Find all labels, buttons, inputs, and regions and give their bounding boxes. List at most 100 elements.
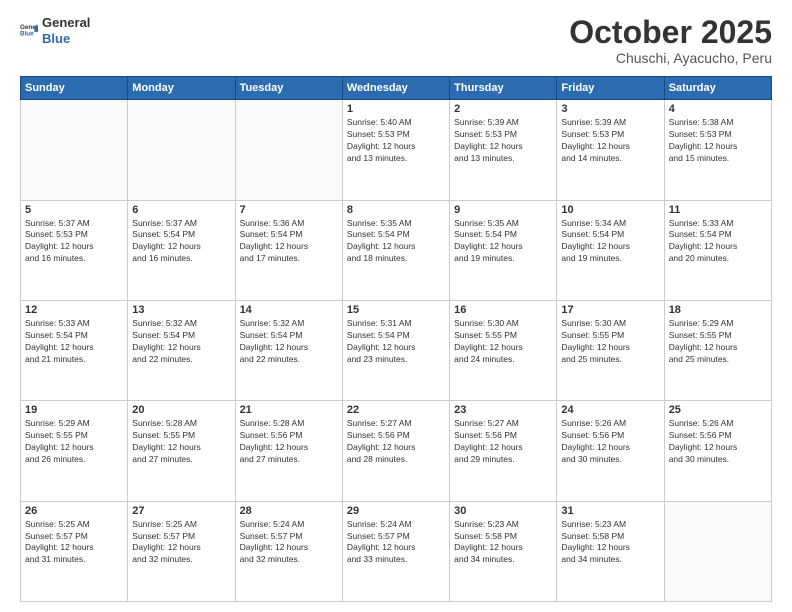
day-number: 20 xyxy=(132,404,230,416)
calendar-subtitle: Chuschi, Ayacucho, Peru xyxy=(569,50,772,66)
day-info: Sunrise: 5:39 AM Sunset: 5:53 PM Dayligh… xyxy=(454,117,552,165)
table-row: 19Sunrise: 5:29 AM Sunset: 5:55 PM Dayli… xyxy=(21,401,128,501)
table-row: 10 Sunrise: 5:34 AM Sunset: 5:54 PM Dayli… xyxy=(557,200,664,300)
day-number: 9 xyxy=(454,204,552,216)
day-info: Sunrise: 5:25 AM Sunset: 5:57 PM Dayligh… xyxy=(25,519,123,567)
calendar-header-row: Sunday Monday Tuesday Wednesday Thursday… xyxy=(21,77,772,100)
day-number: 26 xyxy=(25,505,123,517)
day-info: Sunrise: 5:35 AM Sunset: 5:54 PM Dayligh… xyxy=(347,218,445,266)
table-row: 2 Sunrise: 5:39 AM Sunset: 5:53 PM Daylig… xyxy=(450,100,557,200)
day-info: Sunrise: 5:37 AM Sunset: 5:54 PM Dayligh… xyxy=(132,218,230,266)
header-thursday: Thursday xyxy=(450,77,557,100)
table-row: 5Sunrise: 5:37 AM Sunset: 5:53 PM Daylig… xyxy=(21,200,128,300)
day-info: Sunrise: 5:26 AM Sunset: 5:56 PM Dayligh… xyxy=(669,418,767,466)
day-number: 23 xyxy=(454,404,552,416)
day-number: 21 xyxy=(240,404,338,416)
day-number: 14 xyxy=(240,304,338,316)
day-info: Sunrise: 5:38 AM Sunset: 5:53 PM Dayligh… xyxy=(669,117,767,165)
day-info: Sunrise: 5:34 AM Sunset: 5:54 PM Dayligh… xyxy=(561,218,659,266)
table-row: 9 Sunrise: 5:35 AM Sunset: 5:54 PM Daylig… xyxy=(450,200,557,300)
table-row: 8 Sunrise: 5:35 AM Sunset: 5:54 PM Daylig… xyxy=(342,200,449,300)
calendar-week-row: 19Sunrise: 5:29 AM Sunset: 5:55 PM Dayli… xyxy=(21,401,772,501)
table-row: 7 Sunrise: 5:36 AM Sunset: 5:54 PM Daylig… xyxy=(235,200,342,300)
header-friday: Friday xyxy=(557,77,664,100)
day-info: Sunrise: 5:29 AM Sunset: 5:55 PM Dayligh… xyxy=(669,318,767,366)
day-info: Sunrise: 5:29 AM Sunset: 5:55 PM Dayligh… xyxy=(25,418,123,466)
table-row: 13Sunrise: 5:32 AM Sunset: 5:54 PM Dayli… xyxy=(128,300,235,400)
day-info: Sunrise: 5:35 AM Sunset: 5:54 PM Dayligh… xyxy=(454,218,552,266)
table-row: 14 Sunrise: 5:32 AM Sunset: 5:54 PM Dayli… xyxy=(235,300,342,400)
day-number: 2 xyxy=(454,103,552,115)
day-number: 24 xyxy=(561,404,659,416)
table-row: 27 Sunrise: 5:25 AM Sunset: 5:57 PM Dayli… xyxy=(128,501,235,601)
header-wednesday: Wednesday xyxy=(342,77,449,100)
calendar-week-row: 26 Sunrise: 5:25 AM Sunset: 5:57 PM Dayli… xyxy=(21,501,772,601)
day-number: 8 xyxy=(347,204,445,216)
day-info: Sunrise: 5:37 AM Sunset: 5:53 PM Dayligh… xyxy=(25,218,123,266)
day-number: 15 xyxy=(347,304,445,316)
table-row: 16Sunrise: 5:30 AM Sunset: 5:55 PM Dayli… xyxy=(450,300,557,400)
day-info: Sunrise: 5:23 AM Sunset: 5:58 PM Dayligh… xyxy=(454,519,552,567)
table-row xyxy=(235,100,342,200)
day-number: 18 xyxy=(669,304,767,316)
day-number: 3 xyxy=(561,103,659,115)
day-number: 27 xyxy=(132,505,230,517)
table-row: 28Sunrise: 5:24 AM Sunset: 5:57 PM Dayli… xyxy=(235,501,342,601)
header-sunday: Sunday xyxy=(21,77,128,100)
day-number: 11 xyxy=(669,204,767,216)
day-number: 22 xyxy=(347,404,445,416)
logo-icon: General Blue xyxy=(20,22,38,40)
day-info: Sunrise: 5:36 AM Sunset: 5:54 PM Dayligh… xyxy=(240,218,338,266)
calendar-table: Sunday Monday Tuesday Wednesday Thursday… xyxy=(20,76,772,602)
table-row: 17 Sunrise: 5:30 AM Sunset: 5:55 PM Dayli… xyxy=(557,300,664,400)
table-row: 3 Sunrise: 5:39 AM Sunset: 5:53 PM Daylig… xyxy=(557,100,664,200)
calendar-week-row: 1Sunrise: 5:40 AM Sunset: 5:53 PM Daylig… xyxy=(21,100,772,200)
day-info: Sunrise: 5:30 AM Sunset: 5:55 PM Dayligh… xyxy=(561,318,659,366)
day-number: 7 xyxy=(240,204,338,216)
table-row: 11 Sunrise: 5:33 AM Sunset: 5:54 PM Dayli… xyxy=(664,200,771,300)
day-info: Sunrise: 5:28 AM Sunset: 5:56 PM Dayligh… xyxy=(240,418,338,466)
table-row: 29Sunrise: 5:24 AM Sunset: 5:57 PM Dayli… xyxy=(342,501,449,601)
header: General Blue General Blue October 2025 C… xyxy=(20,15,772,66)
day-number: 29 xyxy=(347,505,445,517)
table-row: 24 Sunrise: 5:26 AM Sunset: 5:56 PM Dayli… xyxy=(557,401,664,501)
table-row: 20 Sunrise: 5:28 AM Sunset: 5:55 PM Dayli… xyxy=(128,401,235,501)
table-row: 6 Sunrise: 5:37 AM Sunset: 5:54 PM Daylig… xyxy=(128,200,235,300)
logo-line2: Blue xyxy=(42,31,90,47)
page: General Blue General Blue October 2025 C… xyxy=(0,0,792,612)
table-row: 1Sunrise: 5:40 AM Sunset: 5:53 PM Daylig… xyxy=(342,100,449,200)
day-number: 28 xyxy=(240,505,338,517)
day-info: Sunrise: 5:23 AM Sunset: 5:58 PM Dayligh… xyxy=(561,519,659,567)
day-number: 10 xyxy=(561,204,659,216)
calendar-week-row: 5Sunrise: 5:37 AM Sunset: 5:53 PM Daylig… xyxy=(21,200,772,300)
table-row: 21 Sunrise: 5:28 AM Sunset: 5:56 PM Dayli… xyxy=(235,401,342,501)
table-row: 4Sunrise: 5:38 AM Sunset: 5:53 PM Daylig… xyxy=(664,100,771,200)
day-info: Sunrise: 5:39 AM Sunset: 5:53 PM Dayligh… xyxy=(561,117,659,165)
calendar-week-row: 12 Sunrise: 5:33 AM Sunset: 5:54 PM Dayli… xyxy=(21,300,772,400)
day-info: Sunrise: 5:25 AM Sunset: 5:57 PM Dayligh… xyxy=(132,519,230,567)
table-row: 22 Sunrise: 5:27 AM Sunset: 5:56 PM Dayli… xyxy=(342,401,449,501)
day-info: Sunrise: 5:27 AM Sunset: 5:56 PM Dayligh… xyxy=(454,418,552,466)
day-number: 13 xyxy=(132,304,230,316)
table-row: 18 Sunrise: 5:29 AM Sunset: 5:55 PM Dayli… xyxy=(664,300,771,400)
table-row: 30 Sunrise: 5:23 AM Sunset: 5:58 PM Dayli… xyxy=(450,501,557,601)
day-info: Sunrise: 5:32 AM Sunset: 5:54 PM Dayligh… xyxy=(240,318,338,366)
day-info: Sunrise: 5:33 AM Sunset: 5:54 PM Dayligh… xyxy=(669,218,767,266)
header-monday: Monday xyxy=(128,77,235,100)
calendar-title: October 2025 xyxy=(569,15,772,50)
day-info: Sunrise: 5:28 AM Sunset: 5:55 PM Dayligh… xyxy=(132,418,230,466)
table-row: 25Sunrise: 5:26 AM Sunset: 5:56 PM Dayli… xyxy=(664,401,771,501)
day-number: 30 xyxy=(454,505,552,517)
day-number: 6 xyxy=(132,204,230,216)
table-row: 26 Sunrise: 5:25 AM Sunset: 5:57 PM Dayli… xyxy=(21,501,128,601)
logo: General Blue General Blue xyxy=(20,15,90,46)
day-number: 17 xyxy=(561,304,659,316)
day-info: Sunrise: 5:27 AM Sunset: 5:56 PM Dayligh… xyxy=(347,418,445,466)
day-info: Sunrise: 5:26 AM Sunset: 5:56 PM Dayligh… xyxy=(561,418,659,466)
day-number: 12 xyxy=(25,304,123,316)
day-info: Sunrise: 5:33 AM Sunset: 5:54 PM Dayligh… xyxy=(25,318,123,366)
table-row: 15Sunrise: 5:31 AM Sunset: 5:54 PM Dayli… xyxy=(342,300,449,400)
table-row: 23 Sunrise: 5:27 AM Sunset: 5:56 PM Dayli… xyxy=(450,401,557,501)
day-info: Sunrise: 5:40 AM Sunset: 5:53 PM Dayligh… xyxy=(347,117,445,165)
svg-text:Blue: Blue xyxy=(20,30,34,37)
